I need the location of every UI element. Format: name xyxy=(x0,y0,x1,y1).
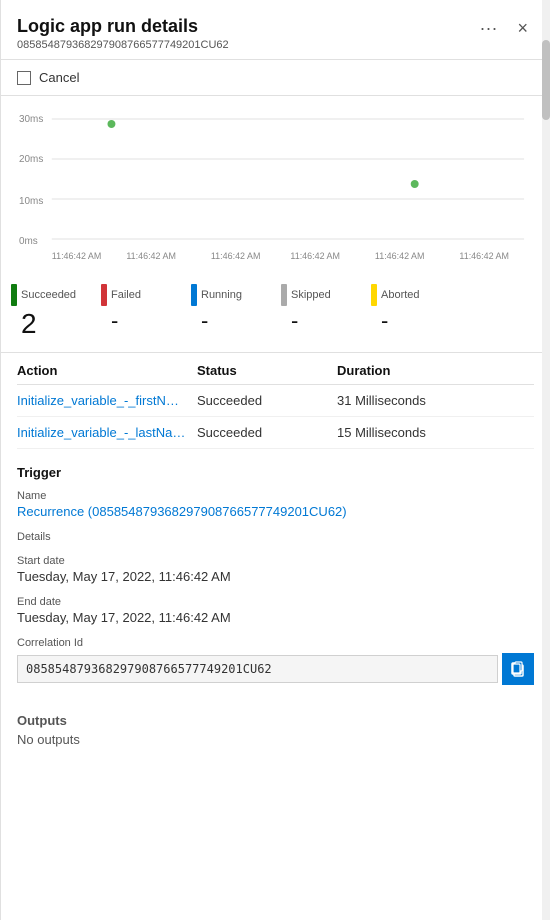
correlation-input-row xyxy=(17,653,534,685)
row1-status: Succeeded xyxy=(197,393,337,408)
chart-dot-2 xyxy=(411,180,419,188)
status-item-succeeded: Succeeded 2 xyxy=(11,284,101,340)
trigger-section: Trigger Name Recurrence (085854879368297… xyxy=(1,449,550,697)
outputs-section: Outputs No outputs xyxy=(1,697,550,747)
svg-text:10ms: 10ms xyxy=(19,196,43,207)
table-section: Action Status Duration Initialize_variab… xyxy=(1,353,550,449)
status-item-failed: Failed - xyxy=(101,284,191,334)
cancel-checkbox[interactable] xyxy=(17,71,31,85)
scrollbar-track xyxy=(542,0,550,920)
correlation-label: Correlation Id xyxy=(17,637,534,649)
outputs-label: Outputs xyxy=(17,713,534,728)
table-row: Initialize_variable_-_lastNa… Succeeded … xyxy=(17,417,534,449)
status-item-skipped: Skipped - xyxy=(281,284,371,334)
row1-action[interactable]: Initialize_variable_-_firstN… xyxy=(17,393,197,408)
succeeded-header: Succeeded xyxy=(11,284,76,306)
status-legend: Succeeded 2 Failed - Running - Skipped - xyxy=(1,276,550,353)
details-label: Details xyxy=(17,531,534,543)
failed-count: - xyxy=(111,308,118,334)
svg-text:11:46:42 AM: 11:46:42 AM xyxy=(375,251,425,261)
start-date-label: Start date xyxy=(17,555,534,567)
panel: Logic app run details 085854879368297908… xyxy=(0,0,550,920)
running-label: Running xyxy=(201,289,242,301)
skipped-count: - xyxy=(291,308,298,334)
header-status: Status xyxy=(197,363,337,378)
correlation-input[interactable] xyxy=(17,655,498,683)
row2-duration: 15 Milliseconds xyxy=(337,425,534,440)
end-date-label: End date xyxy=(17,596,534,608)
panel-subtitle: 085854879368297908766577749201CU62 xyxy=(17,39,229,51)
chart-dot-1 xyxy=(107,120,115,128)
running-bar xyxy=(191,284,197,306)
header-actions: ··· × xyxy=(474,16,535,41)
table-header: Action Status Duration xyxy=(17,353,534,385)
status-item-aborted: Aborted - xyxy=(371,284,461,334)
end-date-field-group: End date Tuesday, May 17, 2022, 11:46:42… xyxy=(17,596,534,625)
ellipsis-button[interactable]: ··· xyxy=(474,16,504,41)
svg-text:11:46:42 AM: 11:46:42 AM xyxy=(52,251,102,261)
trigger-section-title: Trigger xyxy=(17,465,534,480)
skipped-label: Skipped xyxy=(291,289,331,301)
no-outputs-text: No outputs xyxy=(17,732,534,747)
scrollbar-thumb[interactable] xyxy=(542,40,550,120)
running-count: - xyxy=(201,308,208,334)
table-row: Initialize_variable_-_firstN… Succeeded … xyxy=(17,385,534,417)
svg-text:11:46:42 AM: 11:46:42 AM xyxy=(459,251,509,261)
failed-label: Failed xyxy=(111,289,141,301)
failed-bar xyxy=(101,284,107,306)
header-action: Action xyxy=(17,363,197,378)
name-field-group: Name Recurrence (08585487936829790876657… xyxy=(17,490,534,519)
succeeded-label: Succeeded xyxy=(21,289,76,301)
succeeded-bar xyxy=(11,284,17,306)
skipped-bar xyxy=(281,284,287,306)
skipped-header: Skipped xyxy=(281,284,331,306)
copy-icon xyxy=(510,661,526,677)
details-field-group: Details xyxy=(17,531,534,543)
correlation-field-group: Correlation Id xyxy=(17,637,534,685)
name-value[interactable]: Recurrence (0858548793682979087665777492… xyxy=(17,504,534,519)
aborted-bar xyxy=(371,284,377,306)
failed-header: Failed xyxy=(101,284,141,306)
chart-area: 30ms 20ms 10ms 0ms 11:46:42 AM 11:46:42 … xyxy=(1,96,550,276)
aborted-header: Aborted xyxy=(371,284,420,306)
title-area: Logic app run details 085854879368297908… xyxy=(17,16,229,51)
row2-status: Succeeded xyxy=(197,425,337,440)
panel-header: Logic app run details 085854879368297908… xyxy=(1,0,550,60)
aborted-count: - xyxy=(381,308,388,334)
row1-duration: 31 Milliseconds xyxy=(337,393,534,408)
cancel-row: Cancel xyxy=(1,60,550,96)
close-button[interactable]: × xyxy=(511,16,534,41)
succeeded-count: 2 xyxy=(21,308,37,340)
name-label: Name xyxy=(17,490,534,502)
start-date-field-group: Start date Tuesday, May 17, 2022, 11:46:… xyxy=(17,555,534,584)
start-date-value: Tuesday, May 17, 2022, 11:46:42 AM xyxy=(17,569,534,584)
svg-text:11:46:42 AM: 11:46:42 AM xyxy=(290,251,340,261)
svg-text:20ms: 20ms xyxy=(19,154,43,165)
end-date-value: Tuesday, May 17, 2022, 11:46:42 AM xyxy=(17,610,534,625)
copy-button[interactable] xyxy=(502,653,534,685)
svg-text:0ms: 0ms xyxy=(19,236,38,247)
header-duration: Duration xyxy=(337,363,534,378)
svg-text:11:46:42 AM: 11:46:42 AM xyxy=(211,251,261,261)
cancel-label: Cancel xyxy=(39,70,79,85)
panel-title: Logic app run details xyxy=(17,16,229,37)
aborted-label: Aborted xyxy=(381,289,420,301)
running-header: Running xyxy=(191,284,242,306)
row2-action[interactable]: Initialize_variable_-_lastNa… xyxy=(17,425,197,440)
status-item-running: Running - xyxy=(191,284,281,334)
chart-svg: 30ms 20ms 10ms 0ms 11:46:42 AM 11:46:42 … xyxy=(17,104,534,264)
svg-text:11:46:42 AM: 11:46:42 AM xyxy=(126,251,176,261)
svg-text:30ms: 30ms xyxy=(19,114,43,125)
